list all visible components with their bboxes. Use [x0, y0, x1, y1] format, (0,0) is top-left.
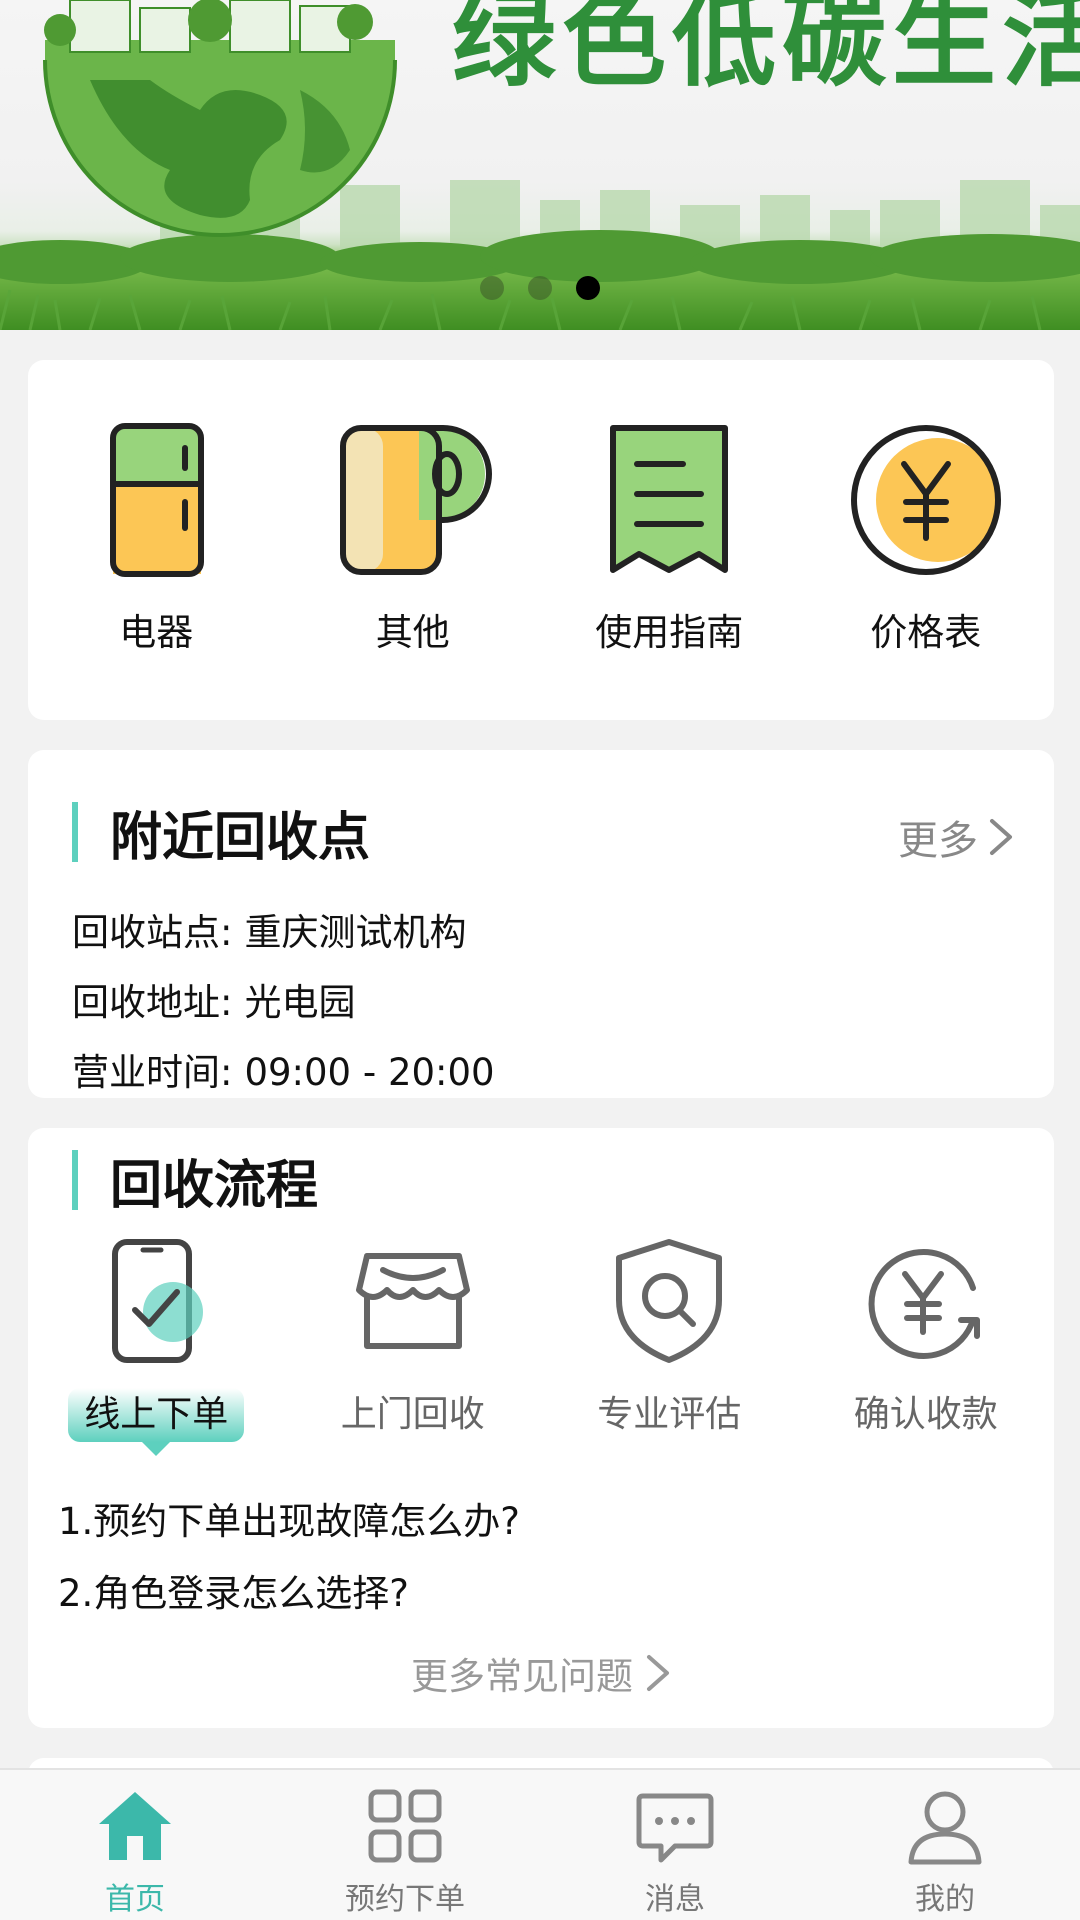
station-address-label: 回收地址:	[72, 981, 233, 1024]
category-card: 电器 其他 使用指南 价格表	[28, 360, 1054, 720]
phone-check-icon	[86, 1236, 226, 1366]
process-step-label: 线上下单	[68, 1388, 245, 1456]
category-other[interactable]: 其他	[285, 420, 542, 656]
station-address-row: 回收地址: 光电园	[72, 968, 495, 1038]
process-step-assessment[interactable]: 专业评估	[541, 1236, 798, 1442]
station-address-value: 光电园	[244, 981, 356, 1024]
tab-profile[interactable]: 我的	[810, 1770, 1080, 1920]
banner-carousel[interactable]: 绿色低碳生活	[0, 0, 1080, 330]
category-label: 电器	[119, 611, 194, 654]
storefront-icon	[343, 1236, 483, 1366]
tab-label: 消息	[645, 1882, 705, 1917]
station-info: 回收站点: 重庆测试机构 回收地址: 光电园 营业时间: 09:00 - 20:00	[72, 898, 495, 1108]
tab-messages[interactable]: 消息	[540, 1770, 810, 1920]
category-label: 使用指南	[595, 611, 744, 654]
yuan-refresh-icon	[856, 1236, 996, 1366]
process-step-label: 确认收款	[853, 1394, 998, 1435]
station-name-label: 回收站点:	[72, 911, 233, 954]
chevron-right-icon	[647, 1655, 669, 1691]
more-label: 更多	[898, 818, 978, 864]
accent-bar	[72, 1150, 78, 1210]
tab-home[interactable]: 首页	[0, 1770, 270, 1920]
section-header: 回收流程	[72, 1150, 318, 1216]
process-step-confirm-payment[interactable]: 确认收款	[798, 1236, 1055, 1442]
process-step-label: 专业评估	[597, 1394, 742, 1435]
station-name-row: 回收站点: 重庆测试机构	[72, 898, 495, 968]
faq-item[interactable]: 1.预约下单出现故障怎么办?	[58, 1486, 520, 1558]
nearby-title: 附近回收点	[110, 807, 371, 868]
business-hours-label: 营业时间:	[72, 1051, 233, 1094]
nearby-recycling-card: 附近回收点 更多 回收站点: 重庆测试机构 回收地址: 光电园 营业时间: 09:00…	[28, 750, 1054, 1098]
process-step-order-online[interactable]: 线上下单	[28, 1236, 285, 1456]
carousel-dot[interactable]	[528, 276, 552, 300]
faq-list: 1.预约下单出现故障怎么办? 2.角色登录怎么选择?	[58, 1486, 520, 1630]
category-label: 其他	[375, 611, 450, 654]
business-hours-value: 09:00 - 20:00	[244, 1051, 495, 1094]
yuan-coin-icon	[846, 420, 1006, 580]
grid-icon	[363, 1784, 447, 1868]
message-icon	[633, 1784, 717, 1868]
banner-title: 绿色低碳生活	[452, 0, 1080, 101]
process-steps: 线上下单 上门回收 专业评估 确认收款	[28, 1236, 1055, 1456]
process-title: 回收流程	[110, 1155, 319, 1216]
carousel-dot-active[interactable]	[576, 276, 600, 300]
accent-bar	[72, 802, 78, 862]
more-link[interactable]: 更多	[898, 808, 1014, 866]
process-step-label: 上门回收	[340, 1394, 485, 1435]
faq-item[interactable]: 2.角色登录怎么选择?	[58, 1558, 520, 1630]
category-appliance[interactable]: 电器	[28, 420, 285, 656]
process-step-pickup[interactable]: 上门回收	[285, 1236, 542, 1442]
tab-label: 首页	[105, 1882, 165, 1917]
category-label: 价格表	[870, 611, 982, 654]
chevron-right-icon	[990, 819, 1012, 855]
tab-label: 预约下单	[345, 1882, 465, 1917]
guide-document-icon	[589, 420, 749, 580]
section-header: 附近回收点	[72, 802, 370, 868]
carousel-dot[interactable]	[480, 276, 504, 300]
category-guide[interactable]: 使用指南	[541, 420, 798, 656]
paper-roll-icon	[333, 420, 493, 580]
station-name-value: 重庆测试机构	[244, 911, 467, 954]
more-faq-link[interactable]: 更多常见问题	[28, 1646, 1054, 1700]
fridge-icon	[76, 420, 236, 580]
more-faq-label: 更多常见问题	[411, 1655, 633, 1698]
home-icon	[93, 1784, 177, 1868]
tab-label: 我的	[915, 1882, 975, 1917]
shield-search-icon	[599, 1236, 739, 1366]
business-hours-row: 营业时间: 09:00 - 20:00	[72, 1038, 495, 1108]
recycling-process-card: 回收流程 线上下单 上门回收 专业评估 确认收款 1.预约下单出现故障怎么办? …	[28, 1128, 1054, 1728]
user-icon	[903, 1784, 987, 1868]
category-grid: 电器 其他 使用指南 价格表	[28, 420, 1054, 656]
category-price-list[interactable]: 价格表	[798, 420, 1055, 656]
bottom-tab-bar: 首页 预约下单 消息 我的	[0, 1768, 1080, 1920]
tab-book-order[interactable]: 预约下单	[270, 1770, 540, 1920]
carousel-indicator	[480, 276, 600, 300]
